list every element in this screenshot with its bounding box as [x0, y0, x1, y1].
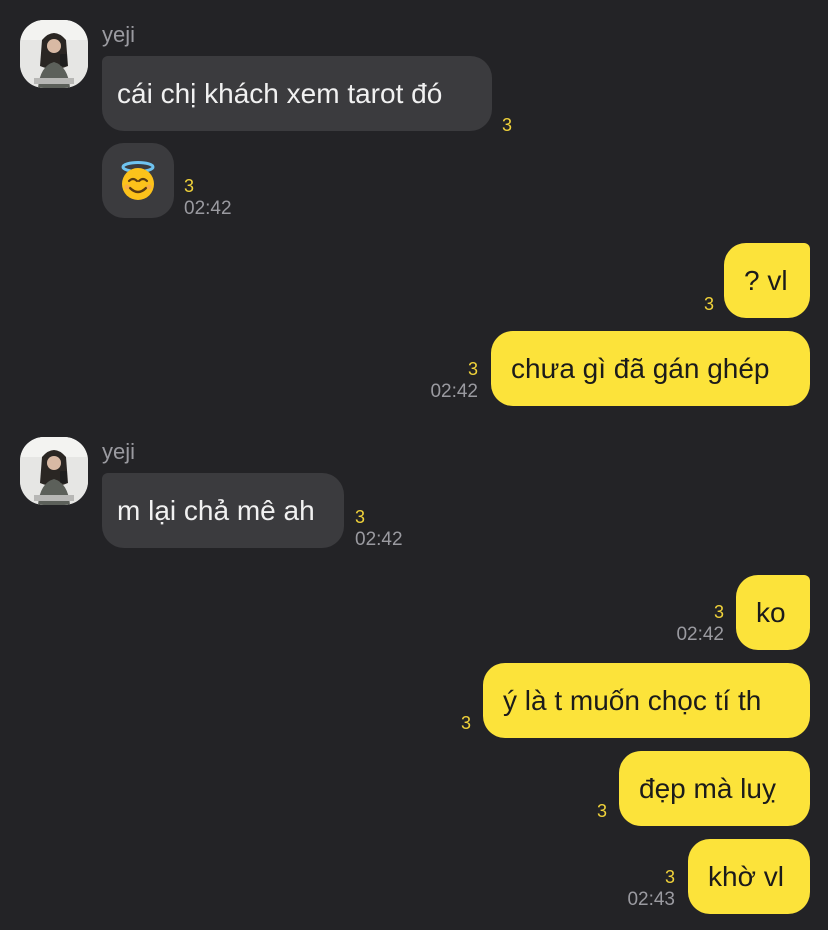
- message-meta: 3 02:43: [627, 866, 675, 912]
- avatar-yeji[interactable]: [20, 20, 88, 88]
- timestamp: 02:42: [430, 381, 478, 402]
- message-text: ? vl: [744, 265, 788, 296]
- timestamp: 02:42: [355, 529, 403, 550]
- message-text: ko: [756, 597, 786, 628]
- sender-name: yeji: [102, 22, 136, 47]
- message-meta: 3: [502, 114, 512, 136]
- message-text: đẹp mà luỵ: [639, 773, 776, 804]
- timestamp: 02:42: [184, 198, 232, 219]
- message-meta: 3: [461, 712, 471, 734]
- message-bubble[interactable]: đẹp mà luỵ: [619, 751, 810, 826]
- message-bubble[interactable]: khờ vl: [688, 839, 810, 914]
- message-meta: 3 02:42: [430, 358, 478, 404]
- message-meta: 3 02:42: [676, 601, 724, 647]
- unread-count: 3: [355, 507, 366, 527]
- message-bubble[interactable]: cái chị khách xem tarot đó: [102, 56, 492, 131]
- unread-count: 3: [460, 713, 471, 733]
- timestamp: 02:42: [676, 624, 724, 645]
- message-text: m lại chả mê ah: [117, 495, 315, 526]
- sender-name: yeji: [102, 439, 136, 464]
- unread-count: 3: [184, 176, 195, 196]
- message-text: ý là t muốn chọc tí th: [503, 685, 762, 716]
- message-bubble[interactable]: ? vl: [724, 243, 810, 318]
- message-bubble[interactable]: ý là t muốn chọc tí th: [483, 663, 810, 738]
- avatar-photo: [20, 20, 88, 88]
- message-meta: 3: [704, 293, 714, 315]
- unread-count: 3: [703, 294, 714, 314]
- message-bubble[interactable]: m lại chả mê ah: [102, 473, 344, 548]
- unread-count: 3: [502, 115, 513, 135]
- timestamp: 02:43: [627, 889, 675, 910]
- message-meta: 3 02:42: [355, 506, 403, 552]
- unread-count: 3: [664, 867, 675, 887]
- message-meta: 3: [597, 800, 607, 822]
- unread-count: 3: [596, 801, 607, 821]
- message-text: khờ vl: [708, 861, 784, 892]
- unread-count: 3: [467, 359, 478, 379]
- avatar-photo: [20, 437, 88, 505]
- message-text: chưa gì đã gán ghép: [511, 353, 770, 384]
- message-bubble[interactable]: ko: [736, 575, 810, 650]
- unread-count: 3: [713, 602, 724, 622]
- smiling-face-with-halo-icon: [121, 161, 155, 200]
- message-bubble[interactable]: chưa gì đã gán ghép: [491, 331, 810, 406]
- message-text: cái chị khách xem tarot đó: [117, 78, 443, 109]
- message-meta: 3 02:42: [184, 175, 232, 221]
- emoji-message[interactable]: [102, 143, 174, 218]
- avatar-yeji[interactable]: [20, 437, 88, 505]
